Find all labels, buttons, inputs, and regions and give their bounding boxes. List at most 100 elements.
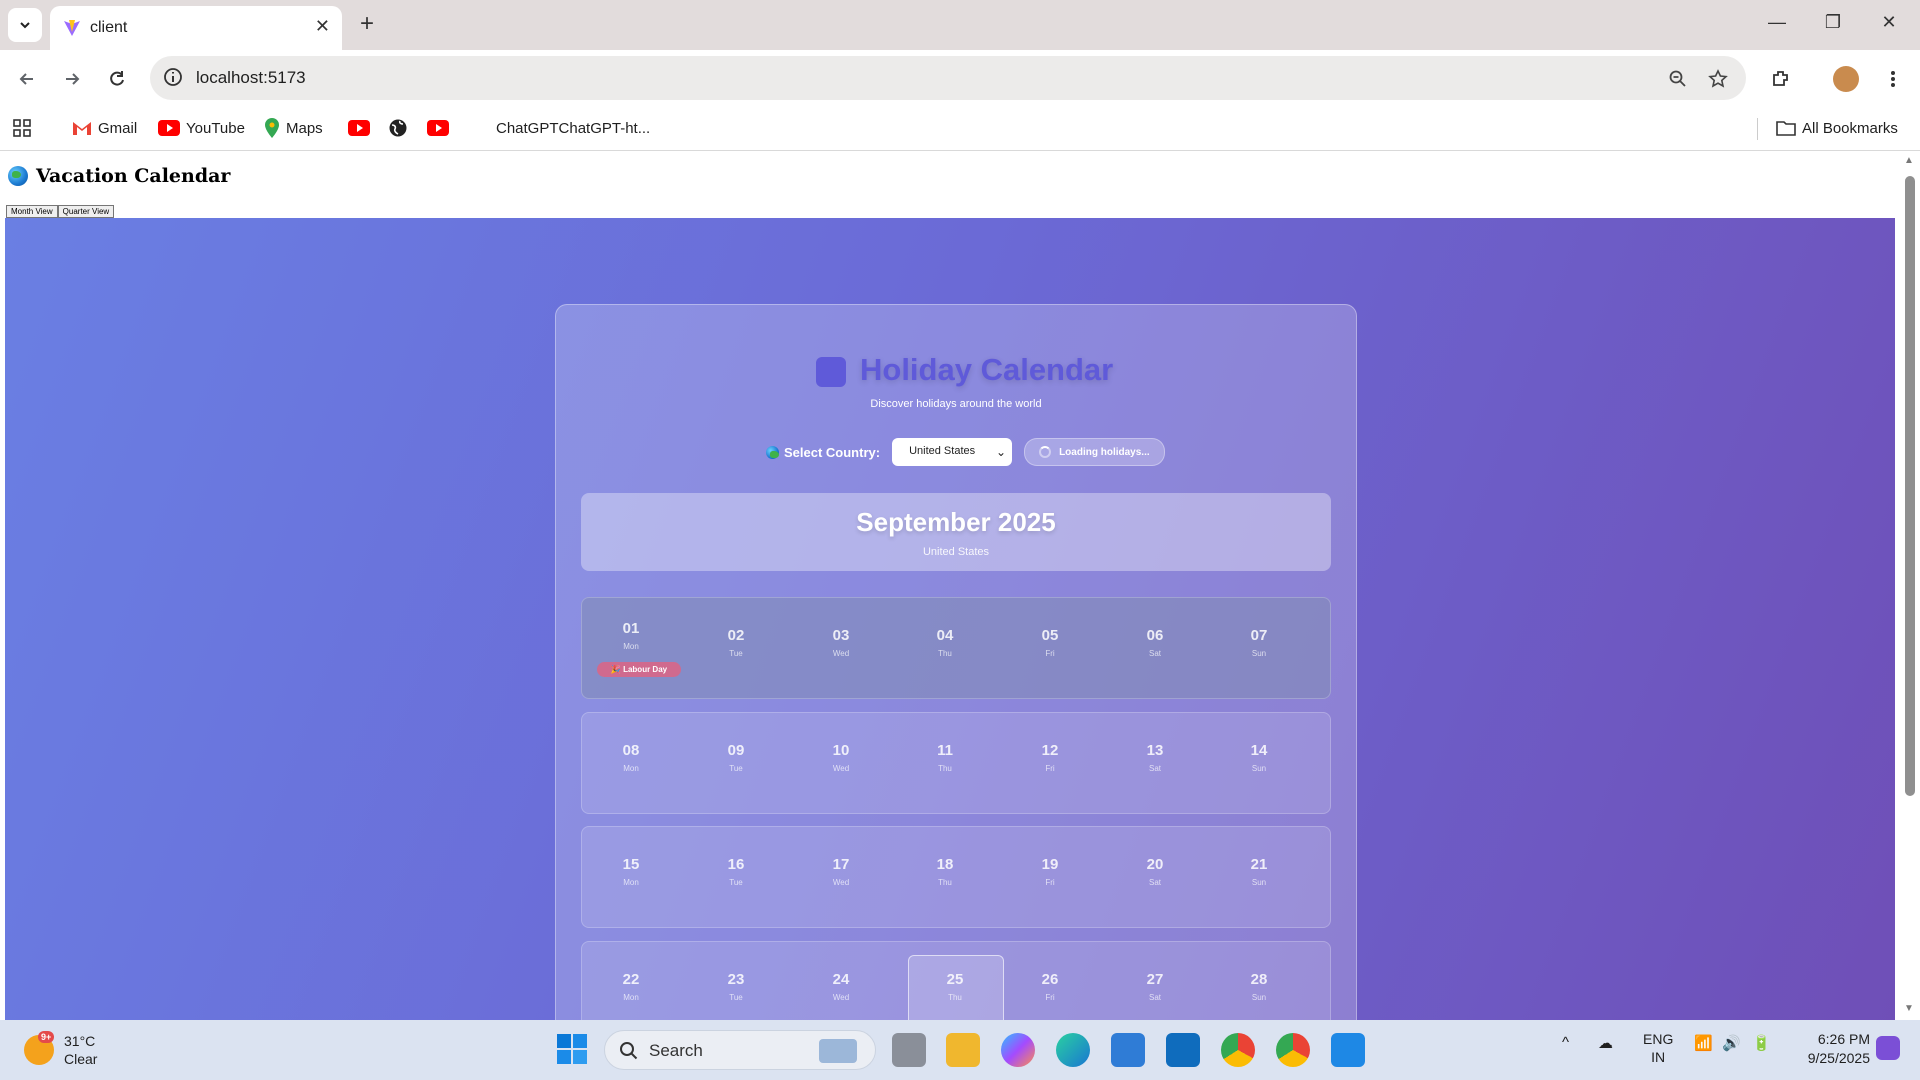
bookmark-label: Maps <box>286 119 323 137</box>
day-cell[interactable]: 09 Tue <box>689 713 783 813</box>
day-cell[interactable]: 04 Thu <box>898 598 992 698</box>
day-cell[interactable]: 19 Fri <box>1003 827 1097 927</box>
chevron-up-icon[interactable]: ^ <box>1562 1034 1569 1051</box>
day-cell[interactable]: 23 Tue <box>689 942 783 1020</box>
chrome-icon[interactable] <box>1221 1033 1255 1067</box>
country-label: Select Country: <box>766 445 880 460</box>
day-cell[interactable]: 11 Thu <box>898 713 992 813</box>
forward-button[interactable] <box>59 66 85 92</box>
day-cell[interactable]: 26 Fri <box>1003 942 1097 1020</box>
day-cell[interactable]: 24 Wed <box>794 942 888 1020</box>
day-cell[interactable]: 08 Mon <box>584 713 678 813</box>
month-view-button[interactable]: Month View <box>6 205 58 218</box>
day-number: 10 <box>832 742 850 759</box>
bookmark-gmail[interactable]: Gmail <box>72 116 137 140</box>
url-text[interactable]: localhost:5173 <box>196 68 306 88</box>
day-number: 16 <box>727 856 745 873</box>
address-bar[interactable]: localhost:5173 <box>150 56 1746 100</box>
windows-taskbar: 9+ 31°C Clear Search ^ ☁ ENG IN 📶 🔊 🔋 6:… <box>0 1020 1920 1080</box>
day-cell[interactable]: 22 Mon <box>584 942 678 1020</box>
scrollbar-thumb[interactable] <box>1905 176 1915 796</box>
day-cell[interactable]: 06 Sat <box>1108 598 1202 698</box>
onedrive-icon[interactable]: ☁ <box>1598 1034 1613 1052</box>
day-cell-today[interactable]: 25 Thu <box>908 942 1002 1020</box>
day-cell[interactable]: 02 Tue <box>689 598 783 698</box>
copilot-icon[interactable] <box>1001 1033 1035 1067</box>
day-weekday: Mon <box>623 764 639 773</box>
back-button[interactable] <box>14 66 40 92</box>
site-info-icon[interactable] <box>162 66 184 88</box>
day-cell[interactable]: 05 Fri <box>1003 598 1097 698</box>
day-cell[interactable]: 07 Sun <box>1212 598 1306 698</box>
week-row: 15 Mon 16 Tue 17 Wed 18 Thu 19 Fri 20 Sat 21 Su… <box>581 826 1331 928</box>
bookmark-globe[interactable] <box>388 116 408 140</box>
day-cell[interactable]: 15 Mon <box>584 827 678 927</box>
bookmark-youtube[interactable]: YouTube <box>158 116 245 140</box>
battery-icon[interactable]: 🔋 <box>1752 1034 1771 1052</box>
region-text: IN <box>1651 1049 1666 1065</box>
restore-button[interactable]: ❐ <box>1818 12 1848 33</box>
weather-widget[interactable]: 9+ 31°C Clear <box>24 1030 97 1070</box>
bookmark-maps[interactable]: Maps <box>264 116 323 140</box>
quarter-view-button[interactable]: Quarter View <box>57 205 115 218</box>
close-window-button[interactable]: ✕ <box>1874 12 1904 33</box>
edge-icon[interactable] <box>1056 1033 1090 1067</box>
day-number: 23 <box>727 971 745 988</box>
reload-button[interactable] <box>104 66 130 92</box>
tab-search-button[interactable] <box>8 8 42 42</box>
holiday-name: Labour Day <box>623 665 668 674</box>
day-cell[interactable]: 27 Sat <box>1108 942 1202 1020</box>
scroll-down-arrow[interactable]: ▼ <box>1904 1003 1914 1014</box>
minimize-button[interactable]: — <box>1762 12 1792 33</box>
bookmark-youtube-3[interactable] <box>427 116 449 140</box>
calendar-icon <box>816 357 846 387</box>
holiday-badge[interactable]: 🎉 Labour Day <box>597 662 681 677</box>
file-explorer-icon[interactable] <box>946 1033 980 1067</box>
new-tab-button[interactable]: + <box>352 10 382 40</box>
country-label-text: Select Country: <box>784 444 881 460</box>
wifi-icon[interactable]: 📶 <box>1694 1034 1713 1052</box>
notification-center-icon[interactable] <box>1876 1036 1900 1060</box>
page-scrollbar[interactable]: ▲ ▼ <box>1900 151 1920 1020</box>
close-tab-icon[interactable]: ✕ <box>315 16 330 37</box>
task-view-icon[interactable] <box>892 1033 926 1067</box>
day-cell[interactable]: 03 Wed <box>794 598 888 698</box>
scroll-up-arrow[interactable]: ▲ <box>1904 155 1914 166</box>
day-cell[interactable]: 13 Sat <box>1108 713 1202 813</box>
all-bookmarks[interactable]: All Bookmarks <box>1776 116 1898 140</box>
outlook-icon[interactable] <box>1166 1033 1200 1067</box>
day-cell[interactable]: 16 Tue <box>689 827 783 927</box>
tab-bar: client ✕ + — ❐ ✕ <box>0 0 1920 50</box>
bookmark-chatgpt[interactable]: ChatGPTChatGPT-ht... <box>496 116 650 140</box>
day-cell[interactable]: 17 Wed <box>794 827 888 927</box>
taskbar-search[interactable]: Search <box>604 1030 876 1070</box>
menu-kebab-icon[interactable] <box>1880 66 1906 92</box>
tab-title: client <box>90 19 128 36</box>
store-icon[interactable] <box>1111 1033 1145 1067</box>
browser-tab[interactable]: client ✕ <box>50 6 342 50</box>
day-cell[interactable]: 21 Sun <box>1212 827 1306 927</box>
apps-grid-icon[interactable] <box>12 116 32 140</box>
day-cell[interactable]: 20 Sat <box>1108 827 1202 927</box>
day-cell[interactable]: 28 Sun <box>1212 942 1306 1020</box>
day-cell[interactable]: 12 Fri <box>1003 713 1097 813</box>
windows-start-icon[interactable] <box>556 1033 590 1067</box>
extensions-icon[interactable] <box>1768 66 1794 92</box>
volume-icon[interactable]: 🔊 <box>1722 1034 1741 1052</box>
bookmark-youtube-2[interactable] <box>348 116 370 140</box>
bookmarks-divider <box>1757 118 1758 140</box>
country-select[interactable]: United States ⌄ <box>892 438 1013 466</box>
profile-avatar[interactable] <box>1833 66 1859 92</box>
day-cell[interactable]: 01 Mon 🎉 Labour Day <box>584 598 681 698</box>
language-indicator[interactable]: ENG IN <box>1643 1030 1673 1066</box>
day-cell[interactable]: 14 Sun <box>1212 713 1306 813</box>
system-clock[interactable]: 6:26 PM 9/25/2025 <box>1790 1030 1870 1068</box>
bookmark-star-icon[interactable] <box>1706 67 1730 91</box>
zoom-icon[interactable] <box>1666 67 1690 91</box>
chrome-profile-icon[interactable] <box>1276 1033 1310 1067</box>
vscode-icon[interactable] <box>1331 1033 1365 1067</box>
day-weekday: Sat <box>1148 649 1161 658</box>
day-number: 07 <box>1250 627 1268 644</box>
day-cell[interactable]: 18 Thu <box>898 827 992 927</box>
day-cell[interactable]: 10 Wed <box>794 713 888 813</box>
